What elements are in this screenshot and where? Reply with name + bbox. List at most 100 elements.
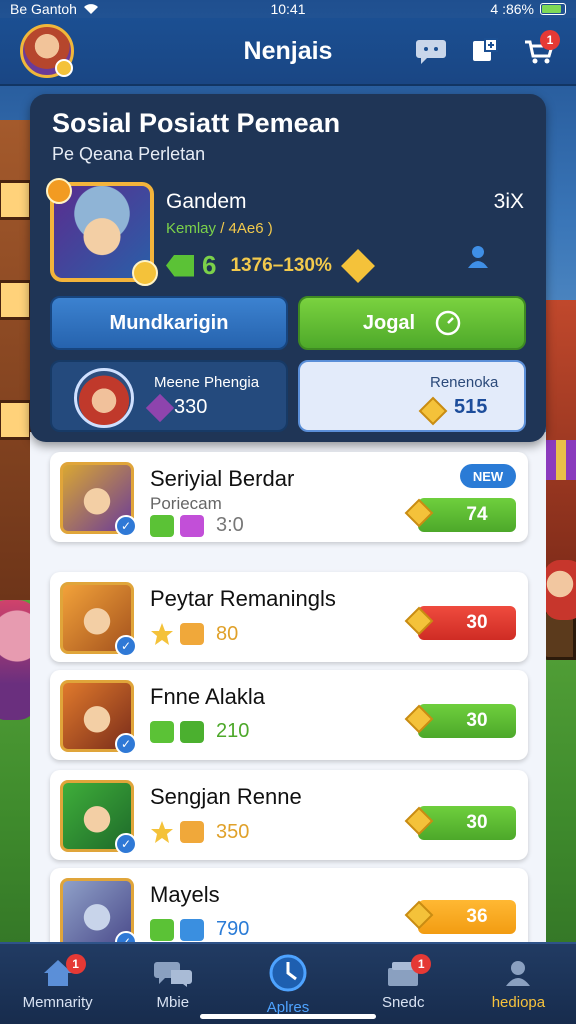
green-gem-icon	[166, 254, 194, 277]
check-icon: ✓	[115, 635, 137, 657]
join-button[interactable]: Jogal	[298, 296, 526, 350]
list-item[interactable]: ✓ Sengjan Renne 350 30	[50, 770, 528, 860]
hero-stats: 6 1376–130%	[166, 248, 375, 283]
nav-chat[interactable]: Mbie	[115, 944, 230, 1024]
nav-label: Memnarity	[22, 993, 93, 1011]
green-box-icon	[150, 918, 174, 941]
check-icon: ✓	[115, 515, 137, 537]
nav-profile[interactable]: hediopa	[461, 944, 576, 1024]
level-badge-icon	[55, 59, 73, 77]
nav-home[interactable]: 1 Memnarity	[0, 944, 115, 1024]
price-button[interactable]: 30	[404, 704, 516, 738]
price-label: 36	[466, 906, 488, 927]
item-name: Mayels	[150, 882, 220, 907]
hero-subtitle-paren: / 4Ae6 )	[220, 220, 273, 237]
check-icon: ✓	[115, 833, 137, 855]
gold-coin-icon	[404, 704, 434, 734]
inventory-button[interactable]	[468, 34, 502, 68]
star-icon	[151, 623, 173, 645]
hero-portrait: ✓	[60, 462, 137, 537]
price-button[interactable]: 30	[404, 806, 516, 840]
hero-portrait: ✓	[60, 780, 137, 855]
green-stat: 6	[202, 250, 217, 280]
primary-action-button[interactable]: Mundkarigin	[50, 296, 288, 350]
window	[0, 280, 32, 320]
gold-coin-icon	[404, 498, 434, 528]
nav-label: Aplres	[266, 998, 310, 1016]
item-amount: 80	[216, 622, 239, 645]
nav-shop[interactable]: 1 Snedc	[346, 944, 461, 1024]
item-subtitle: Poriecam	[150, 494, 222, 513]
purple-gem-icon	[180, 514, 204, 537]
nav-label: hediopa	[491, 993, 546, 1011]
nav-label: Snedc	[381, 993, 425, 1011]
gold-coin-icon	[404, 900, 434, 930]
notification-badge: 1	[65, 954, 86, 974]
star-icon	[151, 821, 173, 843]
nav-label: Mbie	[156, 993, 190, 1011]
gold-box-icon	[180, 821, 204, 843]
item-amount: 790	[216, 918, 250, 940]
item-amount: 210	[216, 720, 250, 742]
person-icon	[506, 960, 531, 986]
hero-portrait: ✓	[60, 680, 137, 755]
reward-card[interactable]: Renenoka 515	[298, 360, 526, 432]
check-icon: ✓	[115, 733, 137, 755]
chat-bubble-icon	[416, 40, 446, 64]
profile-avatar[interactable]	[20, 24, 74, 78]
item-resources: 210	[150, 720, 249, 743]
yellow-gem-icon	[340, 248, 375, 283]
item-name: Sengjan Renne	[150, 784, 302, 809]
chat-button[interactable]	[414, 34, 448, 68]
card-title: Sosial Posiatt Pemean	[52, 108, 341, 138]
hero-portrait[interactable]	[46, 178, 158, 286]
price-button[interactable]: 74	[404, 498, 516, 532]
join-label: Jogal	[362, 311, 416, 334]
coin-icon	[132, 260, 158, 286]
friend-card[interactable]: Meene Phengia 330	[50, 360, 288, 432]
hero-name: Gandem	[166, 190, 247, 213]
green-box-icon	[150, 720, 174, 743]
gold-coin-icon	[418, 396, 448, 426]
cart-button[interactable]: 1	[522, 30, 560, 68]
hero-character-right	[544, 560, 576, 620]
price-label: 30	[466, 812, 488, 833]
hero-subtitle: Kemlay / 4Ae6 )	[166, 220, 273, 237]
price-button[interactable]: 30	[404, 606, 516, 640]
item-amount: 3:0	[216, 514, 244, 536]
clock-icon	[269, 954, 307, 991]
list-item[interactable]: ✓ Fnne Alakla 210 30	[50, 670, 528, 760]
list-item[interactable]: ✓ Seriyial Berdar Poriecam 3:0 NEW 74	[50, 452, 528, 542]
new-badge: NEW	[460, 464, 516, 488]
list-item[interactable]: ✓ Peytar Remaningls 80 30	[50, 572, 528, 662]
friend-name: Meene Phengia	[154, 374, 260, 391]
window	[0, 400, 32, 440]
item-resources: 790	[150, 918, 249, 941]
price-label: 74	[466, 504, 488, 525]
item-amount: 350	[216, 820, 250, 843]
chat-icon	[153, 961, 192, 987]
reward-title: Renenoka	[430, 374, 499, 391]
inventory-icon	[473, 38, 498, 61]
gold-coin-icon	[404, 606, 434, 636]
level-icon	[46, 178, 72, 204]
purple-gem-icon	[145, 393, 175, 423]
price-button[interactable]: 36	[404, 900, 516, 934]
primary-action-label: Mundkarigin	[109, 311, 229, 334]
blue-scroll-icon	[180, 918, 204, 941]
cart-badge: 1	[540, 30, 560, 50]
social-hero-card: Sosial Posiatt Pemean Pe Qeana Perletan …	[30, 94, 546, 442]
home-indicator[interactable]	[200, 1014, 376, 1019]
stat-range: 1376–130%	[230, 254, 332, 276]
nav-clock[interactable]: Aplres	[230, 944, 345, 1024]
person-icon	[468, 246, 488, 268]
price-label: 30	[466, 612, 488, 633]
clock: 10:41	[270, 1, 306, 17]
item-resources: 3:0	[150, 514, 244, 537]
friend-avatar	[74, 368, 134, 428]
item-name: Seriyial Berdar	[150, 466, 295, 491]
gold-coin-icon	[404, 806, 434, 836]
item-name: Peytar Remaningls	[150, 586, 336, 611]
green-bottle-icon	[180, 720, 204, 743]
hero-subtitle-text: Kemlay	[166, 220, 217, 237]
